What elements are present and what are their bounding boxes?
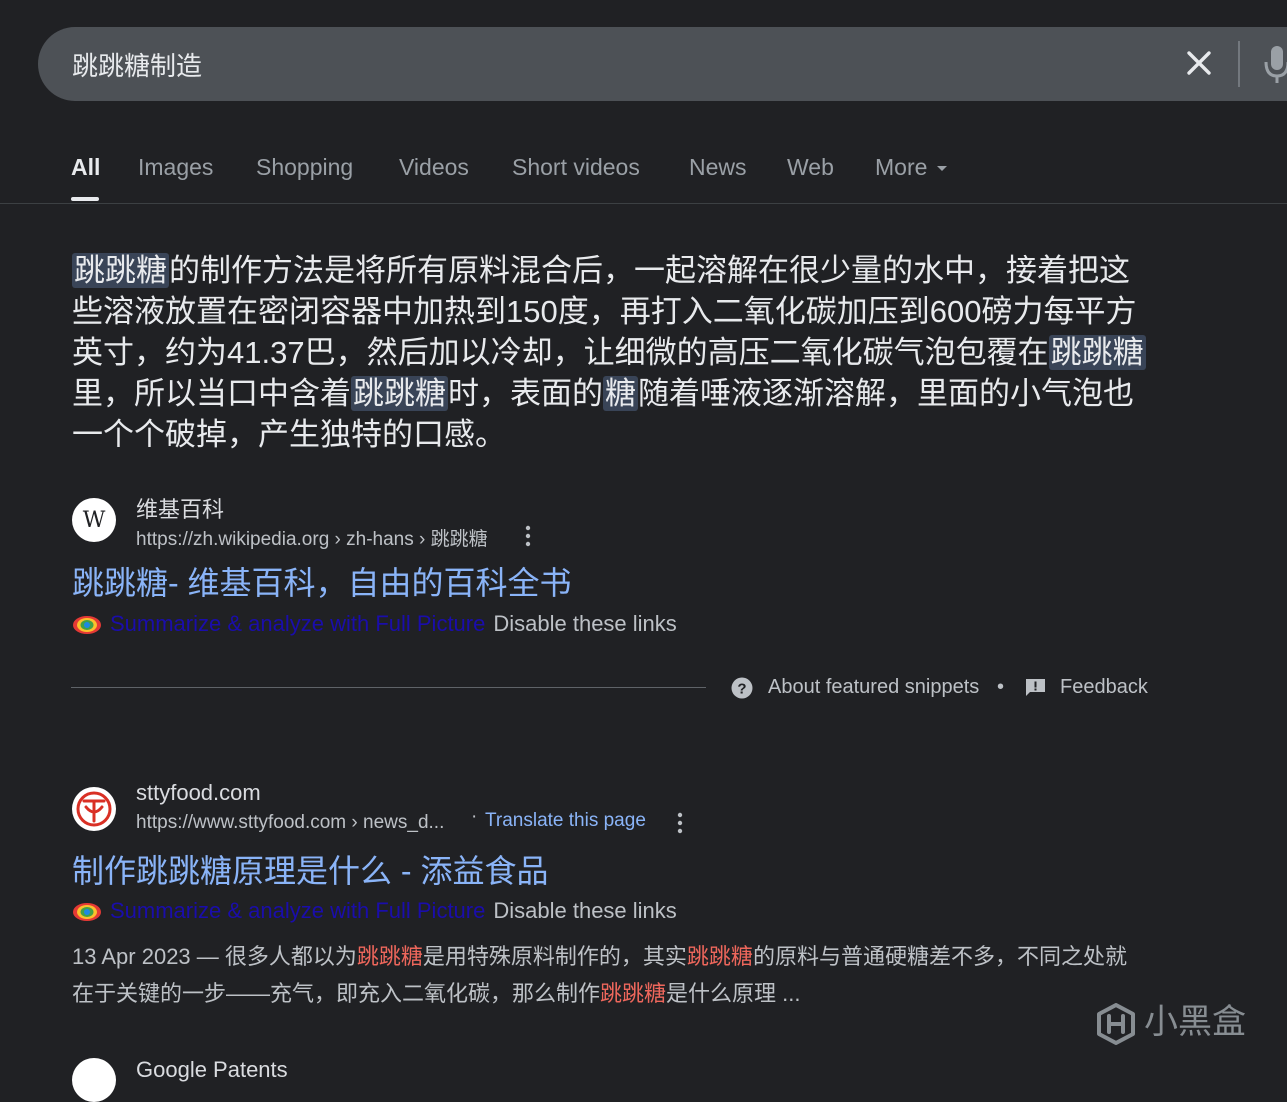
desc-emphasis: 跳跳糖 (356, 944, 423, 969)
snippet-text: 里，所以当口中含着 (72, 376, 351, 411)
favicon-letter: W (82, 507, 106, 533)
microphone-icon[interactable] (1262, 44, 1287, 84)
watermark-text: 小黑盒 (1144, 1003, 1246, 1041)
result-title-link[interactable]: 制作跳跳糖原理是什么 - 添益食品 (72, 846, 548, 892)
caret-down-icon (937, 166, 948, 172)
result-site-name[interactable]: sttyfood.com (136, 780, 261, 806)
wikipedia-favicon[interactable]: W (72, 498, 116, 542)
snippet-highlight: 跳跳糖 (351, 376, 448, 411)
full-picture-eye-icon (73, 903, 101, 922)
tab-videos[interactable]: Videos (399, 154, 469, 181)
feedback-link[interactable]: Feedback (1060, 676, 1148, 699)
result-title-link[interactable]: 跳跳糖- 维基百科，自由的百科全书 (72, 558, 572, 604)
desc-text: 13 Apr 2023 — 很多人都以为 (72, 944, 357, 969)
search-input[interactable]: 跳跳糖制造 (72, 46, 202, 83)
summarize-row: Summarize & analyze with Full Picture Dis… (72, 611, 677, 641)
tab-all[interactable]: All (71, 154, 100, 181)
tab-shopping[interactable]: Shopping (256, 154, 353, 181)
feedback-icon[interactable] (1025, 678, 1046, 697)
svg-text:?: ? (737, 681, 746, 698)
snippet-highlight: 糖 (603, 376, 638, 411)
desc-text: 是用特殊原料制作的，其实 (422, 944, 687, 969)
snippet-text: 时，表面的 (448, 376, 603, 411)
summarize-link[interactable]: Summarize & analyze with Full Picture (110, 611, 485, 636)
tab-web[interactable]: Web (787, 154, 834, 181)
result-url[interactable]: https://www.sttyfood.com › news_d... (136, 812, 444, 834)
translate-page-link[interactable]: Translate this page (485, 810, 646, 832)
snippet-highlight: 跳跳糖 (72, 253, 169, 288)
separator-dot: • (997, 676, 1005, 698)
featured-divider (71, 687, 706, 688)
tab-images[interactable]: Images (138, 154, 213, 181)
search-bar-divider (1238, 41, 1240, 87)
active-tab-indicator (71, 197, 99, 201)
desc-emphasis: 跳跳糖 (686, 944, 753, 969)
search-bar[interactable] (38, 27, 1287, 101)
featured-snippet-text: 跳跳糖的制作方法是将所有原料混合后，一起溶解在很少量的水中，接着把这些溶液放置在… (72, 250, 1147, 455)
tab-short-videos[interactable]: Short videos (512, 154, 640, 181)
help-icon[interactable]: ? (731, 677, 753, 699)
tab-more-label: More (875, 154, 928, 180)
close-icon[interactable] (1182, 46, 1216, 80)
watermark: 小黑盒 (1094, 994, 1246, 1046)
heybox-logo-icon (1097, 1003, 1135, 1046)
tab-more[interactable]: More (875, 154, 948, 181)
summarize-row: Summarize & analyze with Full Picture Dis… (72, 898, 677, 928)
sttyfood-logo-icon (76, 791, 112, 827)
full-picture-eye-icon (73, 616, 101, 635)
separator-dot: · (471, 806, 478, 827)
about-featured-snippets-link[interactable]: About featured snippets (768, 676, 979, 699)
result-description: 13 Apr 2023 — 很多人都以为跳跳糖是用特殊原料制作的，其实跳跳糖的原… (72, 938, 1142, 1012)
more-options-icon[interactable] (525, 525, 531, 547)
result-site-name[interactable]: 维基百科 (136, 492, 224, 524)
snippet-text: 的制作方法是将所有原料混合后，一起溶解在很少量的水中，接着把这些溶液放置在密闭容… (72, 253, 1137, 370)
summarize-link[interactable]: Summarize & analyze with Full Picture (110, 898, 485, 923)
disable-links-link[interactable]: Disable these links (493, 611, 676, 636)
tab-news[interactable]: News (689, 154, 747, 181)
result-url[interactable]: https://zh.wikipedia.org › zh-hans › 跳跳糖 (136, 524, 488, 551)
disable-links-link[interactable]: Disable these links (493, 898, 676, 923)
desc-text: 是什么原理 ... (666, 981, 801, 1006)
more-options-icon[interactable] (677, 812, 683, 834)
desc-emphasis: 跳跳糖 (600, 981, 667, 1006)
sttyfood-favicon[interactable] (72, 787, 116, 831)
result-site-name[interactable]: Google Patents (136, 1057, 288, 1083)
google-patents-favicon[interactable] (72, 1058, 116, 1102)
tabs-divider (0, 203, 1287, 204)
snippet-highlight: 跳跳糖 (1048, 335, 1146, 370)
